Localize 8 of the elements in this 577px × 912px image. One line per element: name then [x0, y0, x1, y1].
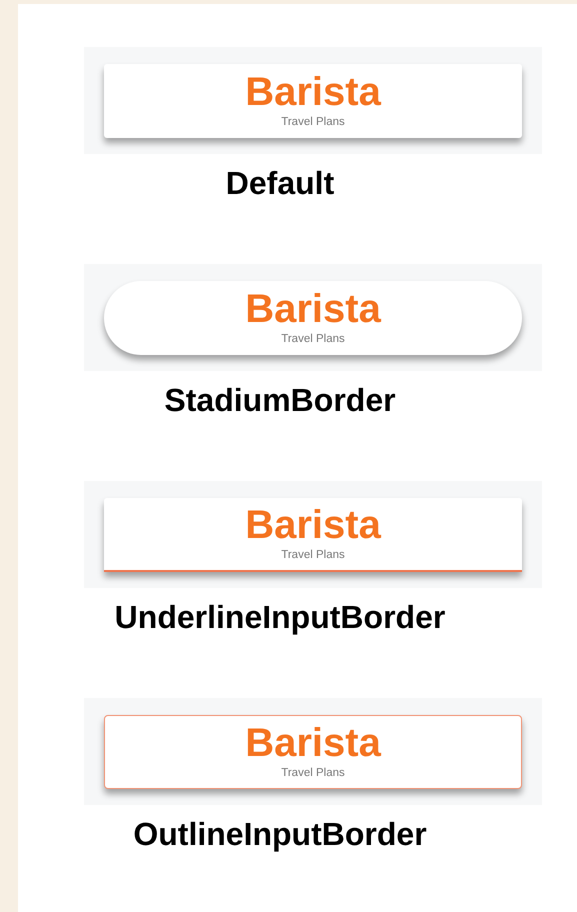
barista-button[interactable]: Barista Travel Plans	[104, 64, 522, 138]
barista-button[interactable]: Barista Travel Plans	[104, 280, 522, 354]
barista-button[interactable]: Barista Travel Plans	[104, 714, 522, 788]
shape-label: OutlineInputBorder	[132, 815, 428, 854]
shape-label: UnderlineInputBorder	[114, 598, 446, 637]
barista-button[interactable]: Barista Travel Plans	[104, 498, 522, 572]
shape-label: StadiumBorder	[163, 381, 397, 420]
shape-label: Default	[224, 164, 336, 203]
